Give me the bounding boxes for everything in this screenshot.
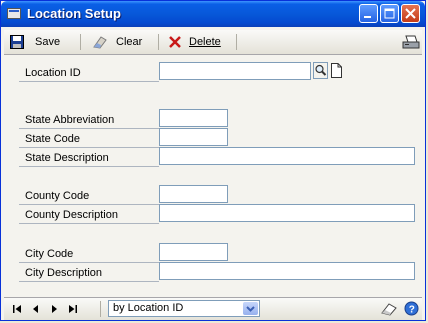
toolbar-separator: [236, 34, 237, 50]
clear-button[interactable]: Clear: [92, 34, 150, 50]
state-abbreviation-input[interactable]: [159, 109, 228, 127]
dropdown-button[interactable]: [243, 302, 258, 315]
toolbar-separator: [100, 301, 101, 317]
toolbar-separator: [80, 34, 81, 50]
lookup-icon: [313, 62, 328, 79]
clear-label: Clear: [116, 36, 143, 48]
help-icon[interactable]: ?: [404, 301, 419, 316]
location-id-input[interactable]: [159, 62, 311, 80]
close-button[interactable]: [401, 4, 420, 23]
save-icon: [10, 35, 24, 49]
last-record-icon[interactable]: [66, 303, 78, 315]
chevron-down-icon: [246, 306, 255, 312]
delete-label: Delete: [189, 36, 221, 48]
printer-icon: [402, 35, 420, 49]
delete-button[interactable]: Delete: [168, 34, 234, 50]
location-setup-window: Location Setup Save Clear Delete Locatio…: [0, 0, 426, 321]
city-description-input[interactable]: [159, 262, 415, 280]
save-button[interactable]: Save: [10, 34, 68, 50]
browse-bar: by Location ID ?: [4, 297, 422, 320]
location-id-label: Location ID: [19, 64, 159, 82]
sort-by-dropdown[interactable]: by Location ID: [108, 300, 260, 317]
toolbar-separator: [158, 34, 159, 50]
city-description-label: City Description: [19, 264, 159, 282]
delete-icon: [169, 36, 181, 48]
sort-by-value: by Location ID: [113, 302, 184, 314]
new-note-button[interactable]: [329, 62, 343, 79]
location-form: Location ID State Abbreviation State Cod…: [19, 62, 419, 284]
note-icon: [331, 63, 342, 78]
next-record-icon[interactable]: [48, 303, 60, 315]
state-code-label: State Code: [19, 130, 159, 148]
state-description-input[interactable]: [159, 147, 415, 165]
county-description-label: County Description: [19, 206, 159, 224]
state-code-input[interactable]: [159, 128, 228, 146]
title-bar[interactable]: Location Setup: [1, 1, 425, 27]
eraser-icon: [93, 36, 107, 49]
state-abbreviation-label: State Abbreviation: [19, 111, 159, 129]
county-description-input[interactable]: [159, 204, 415, 222]
close-icon: [405, 8, 416, 19]
county-code-input[interactable]: [159, 185, 228, 203]
city-code-label: City Code: [19, 245, 159, 263]
svg-text:?: ?: [409, 305, 415, 316]
lookup-button[interactable]: [313, 62, 328, 79]
minimize-icon: [364, 16, 371, 18]
first-record-icon[interactable]: [12, 303, 24, 315]
maximize-button[interactable]: [380, 4, 399, 23]
city-code-input[interactable]: [159, 243, 228, 261]
county-code-label: County Code: [19, 187, 159, 205]
minimize-button[interactable]: [359, 4, 378, 23]
toolbar: Save Clear Delete: [4, 30, 422, 55]
window-icon: [7, 8, 21, 19]
maximize-icon: [384, 8, 395, 19]
save-label: Save: [35, 36, 61, 48]
state-description-label: State Description: [19, 149, 159, 167]
eraser-icon[interactable]: [380, 301, 398, 317]
print-button[interactable]: [402, 34, 420, 50]
window-title: Location Setup: [27, 6, 121, 21]
previous-record-icon[interactable]: [30, 303, 42, 315]
